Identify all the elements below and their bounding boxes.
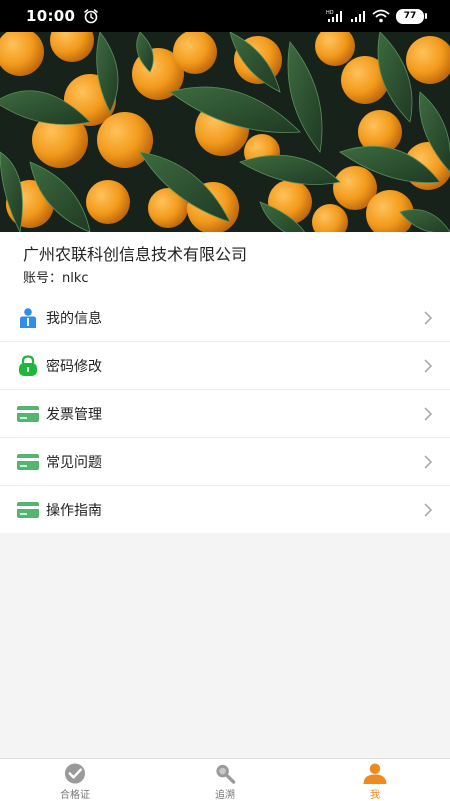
chevron-right-icon — [424, 454, 433, 469]
tab-label: 追溯 — [215, 790, 235, 801]
tab-me[interactable]: 我 — [300, 759, 450, 801]
menu-item-user-guide[interactable]: 操作指南 — [0, 485, 450, 533]
person-icon — [363, 763, 387, 784]
card-icon — [17, 403, 39, 425]
battery-level: 77 — [403, 11, 417, 21]
tab-label: 合格证 — [60, 790, 90, 801]
alarm-icon — [84, 9, 98, 24]
menu-item-my-info[interactable]: 我的信息 — [0, 294, 450, 341]
menu-item-faq[interactable]: 常见问题 — [0, 437, 450, 485]
account-value: nlkc — [62, 271, 89, 286]
card-icon — [17, 451, 39, 473]
tab-certificate[interactable]: 合格证 — [0, 759, 150, 801]
settings-menu: 我的信息 密码修改 发票管理 常见问题 操作指南 — [0, 294, 450, 533]
signal-icon — [351, 11, 365, 22]
chevron-right-icon — [424, 406, 433, 421]
wifi-icon — [372, 9, 390, 23]
magnifier-icon — [216, 764, 236, 784]
card-icon — [17, 499, 39, 521]
battery-icon: 77 — [396, 8, 427, 24]
menu-item-change-password[interactable]: 密码修改 — [0, 341, 450, 389]
menu-item-label: 操作指南 — [46, 502, 102, 519]
checkmark-circle-icon — [64, 763, 86, 784]
hd-signal-icon: HD — [326, 10, 342, 22]
company-info: 广州农联科创信息技术有限公司 账号：nlkc — [0, 232, 450, 294]
user-info-icon — [17, 307, 39, 329]
tab-label: 我 — [370, 790, 380, 801]
chevron-right-icon — [424, 310, 433, 325]
bottom-tab-bar: 合格证 追溯 我 — [0, 758, 450, 801]
account-row: 账号：nlkc — [23, 267, 89, 286]
chevron-right-icon — [424, 358, 433, 373]
status-time: 10:00 — [26, 7, 76, 25]
tab-trace[interactable]: 追溯 — [150, 759, 300, 801]
menu-item-label: 发票管理 — [46, 406, 102, 423]
lock-icon — [17, 355, 39, 377]
company-name: 广州农联科创信息技术有限公司 — [23, 245, 248, 264]
menu-item-invoice-management[interactable]: 发票管理 — [0, 389, 450, 437]
tangerines-photo — [0, 32, 450, 232]
menu-item-label: 密码修改 — [46, 358, 102, 375]
svg-text:HD: HD — [326, 10, 334, 16]
account-label: 账号： — [23, 271, 63, 286]
menu-item-label: 我的信息 — [46, 310, 102, 327]
status-bar: 10:00 HD 77 — [0, 0, 450, 32]
header-banner-image — [0, 32, 450, 232]
menu-item-label: 常见问题 — [46, 454, 102, 471]
chevron-right-icon — [424, 502, 433, 517]
